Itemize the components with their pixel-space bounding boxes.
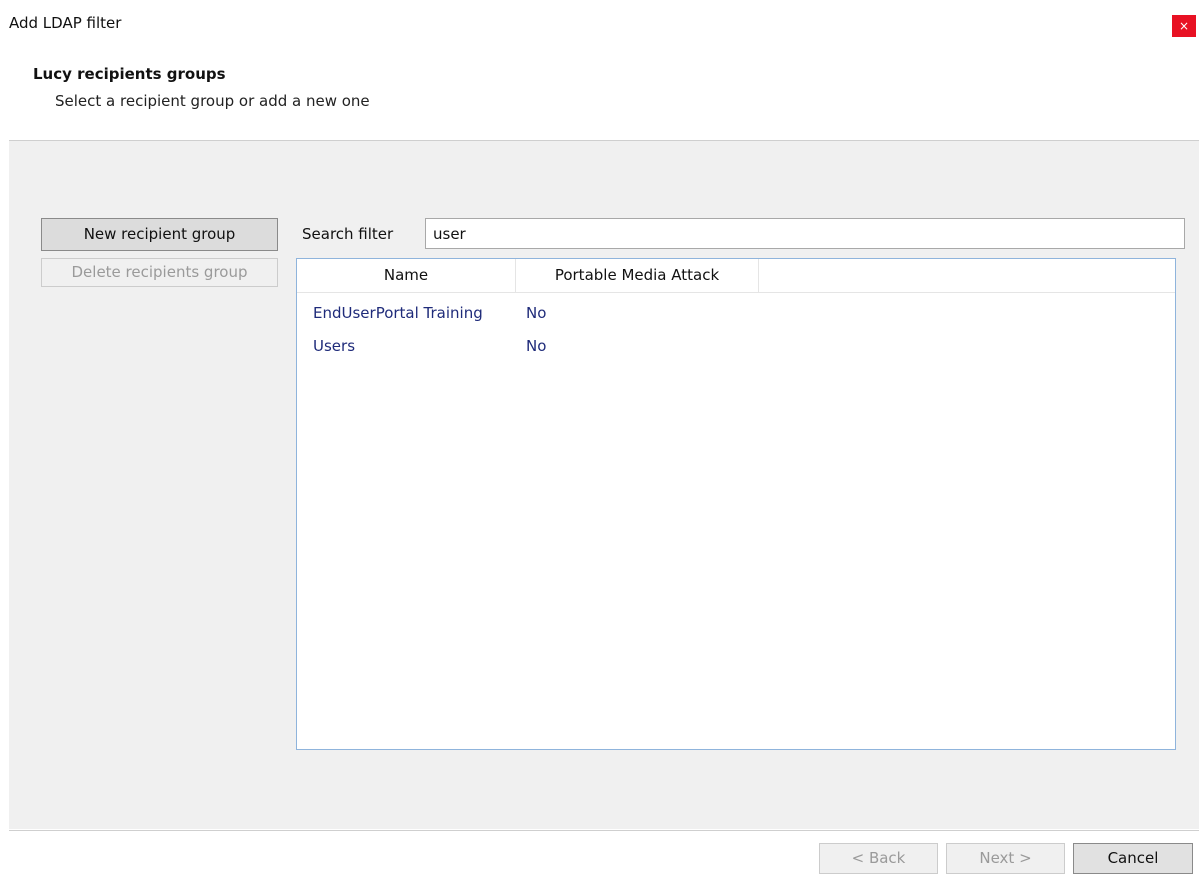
column-header-portable-media-attack[interactable]: Portable Media Attack [516,259,759,292]
page-title: Lucy recipients groups [33,65,226,83]
row-name-cell: EndUserPortal Training [313,304,483,322]
row-name-cell: Users [313,337,356,355]
close-button[interactable]: × [1172,15,1196,37]
search-filter-input[interactable] [425,218,1185,249]
wizard-header: Lucy recipients groups Select a recipien… [9,52,1199,141]
table-row[interactable]: EndUserPortal Training No [297,297,1175,329]
recipient-groups-list[interactable]: Name Portable Media Attack EndUserPortal… [296,258,1176,750]
title-bar: Add LDAP filter × [0,0,1203,52]
list-header: Name Portable Media Attack [297,259,1175,293]
delete-recipients-group-button[interactable]: Delete recipients group [41,258,278,287]
window-title: Add LDAP filter [9,14,122,32]
column-header-name[interactable]: Name [297,259,516,292]
row-portable-media-attack-cell: No [526,337,547,355]
wizard-footer: < Back Next > Cancel [9,830,1199,884]
add-ldap-filter-dialog: Add LDAP filter × Lucy recipients groups… [0,0,1203,884]
row-portable-media-attack-cell: No [526,304,547,322]
cancel-button[interactable]: Cancel [1073,843,1193,874]
new-recipient-group-button[interactable]: New recipient group [41,218,278,251]
back-button[interactable]: < Back [819,843,938,874]
page-subtitle: Select a recipient group or add a new on… [55,92,370,110]
content-area: New recipient group Delete recipients gr… [9,141,1199,829]
search-filter-label: Search filter [302,225,394,243]
next-button[interactable]: Next > [946,843,1065,874]
table-row[interactable]: Users No [297,330,1175,362]
close-icon: × [1178,19,1190,33]
